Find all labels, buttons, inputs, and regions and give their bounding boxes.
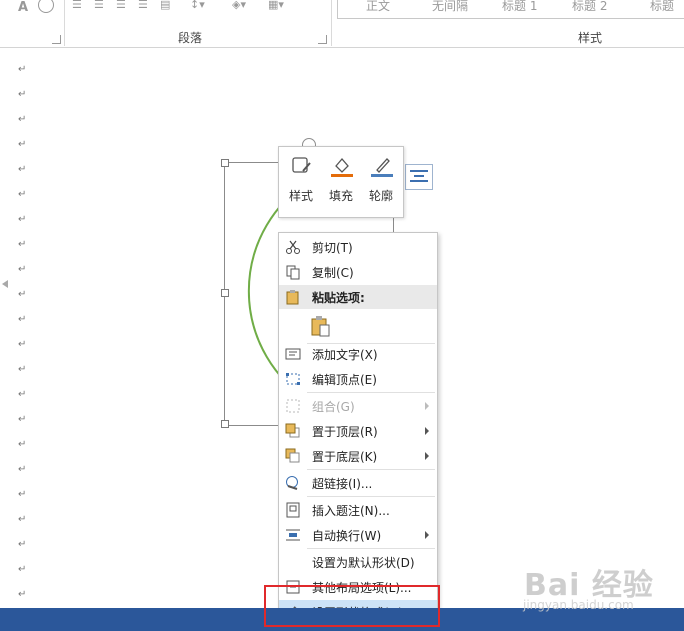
submenu-arrow-icon: [425, 452, 429, 460]
shape-style-button[interactable]: 样式: [281, 147, 321, 215]
menu-separator: [307, 548, 435, 549]
menu-item-label: 组合(G): [312, 400, 355, 414]
watermark-url: jingyan.baidu.com: [523, 598, 634, 612]
submenu-arrow-icon: [425, 402, 429, 410]
shape-fill-button[interactable]: 填充: [321, 147, 361, 215]
paste-keep-formatting-icon: [311, 316, 330, 337]
context-menu: 剪切(T) 复制(C) 粘贴选项: 添加文字(X) 编辑顶点(E) 组合(G) …: [278, 232, 438, 630]
menu-item-set-default-shape[interactable]: 设置为默认形状(D): [279, 550, 437, 574]
pen-icon: [371, 158, 393, 177]
shape-outline-label: 轮廓: [368, 189, 393, 203]
menu-item-hyperlink[interactable]: 超链接(I)...: [279, 471, 437, 495]
paste-option-keep-source[interactable]: [279, 313, 437, 341]
scissors-icon: [286, 240, 300, 254]
menu-separator: [307, 496, 435, 497]
menu-item-label: 设置为默认形状(D): [312, 556, 415, 570]
mini-toolbar: 样式 填充 轮廓: [278, 146, 404, 218]
menu-header-label: 粘贴选项:: [312, 291, 365, 305]
menu-separator: [307, 392, 435, 393]
shape-style-icon: [292, 157, 311, 173]
highlight-annotation: [264, 585, 440, 627]
menu-item-cut[interactable]: 剪切(T): [279, 235, 437, 259]
layout-options-icon-line: [410, 180, 428, 182]
menu-item-copy[interactable]: 复制(C): [279, 260, 437, 284]
hyperlink-icon: [286, 476, 298, 490]
menu-item-bring-to-front[interactable]: 置于顶层(R): [279, 419, 437, 443]
menu-item-label: 剪切(T): [312, 241, 353, 255]
layout-options-icon: [410, 170, 428, 172]
paint-bucket-icon: [331, 158, 353, 177]
layout-options-button[interactable]: [405, 164, 433, 190]
menu-item-edit-points[interactable]: 编辑顶点(E): [279, 367, 437, 391]
submenu-arrow-icon: [425, 427, 429, 435]
menu-item-label: 置于顶层(R): [312, 425, 378, 439]
shape-fill-label: 填充: [328, 189, 353, 203]
submenu-arrow-icon: [425, 531, 429, 539]
menu-separator: [307, 469, 435, 470]
menu-item-label: 置于底层(K): [312, 450, 378, 464]
resize-handle[interactable]: [221, 420, 229, 428]
menu-header-paste-options: 粘贴选项:: [279, 285, 437, 309]
layout-options-icon-line: [414, 175, 424, 177]
send-to-back-icon: [285, 448, 300, 463]
menu-item-label: 插入题注(N)...: [312, 504, 390, 518]
shape-outline-button[interactable]: 轮廓: [361, 147, 401, 215]
menu-item-label: 超链接(I)...: [312, 477, 373, 491]
menu-item-insert-caption[interactable]: 插入题注(N)...: [279, 498, 437, 522]
edit-points-icon: [286, 373, 300, 385]
shape-style-label: 样式: [288, 189, 313, 203]
resize-handle[interactable]: [221, 289, 229, 297]
wrap-text-icon: [286, 529, 300, 541]
menu-item-label: 自动换行(W): [312, 529, 382, 543]
clipboard-icon: [286, 290, 299, 305]
menu-item-add-text[interactable]: 添加文字(X): [279, 342, 437, 366]
menu-item-send-to-back[interactable]: 置于底层(K): [279, 444, 437, 468]
copy-icon: [286, 265, 300, 280]
bring-to-front-icon: [285, 423, 300, 438]
menu-item-wrap-text[interactable]: 自动换行(W): [279, 523, 437, 547]
menu-item-group[interactable]: 组合(G): [279, 394, 437, 418]
caption-icon: [286, 502, 300, 518]
menu-item-label: 复制(C): [312, 266, 354, 280]
menu-item-label: 添加文字(X): [312, 348, 378, 362]
resize-handle[interactable]: [221, 159, 229, 167]
group-icon: [286, 399, 300, 413]
text-box-icon: [285, 348, 301, 360]
menu-item-label: 编辑顶点(E): [312, 373, 377, 387]
